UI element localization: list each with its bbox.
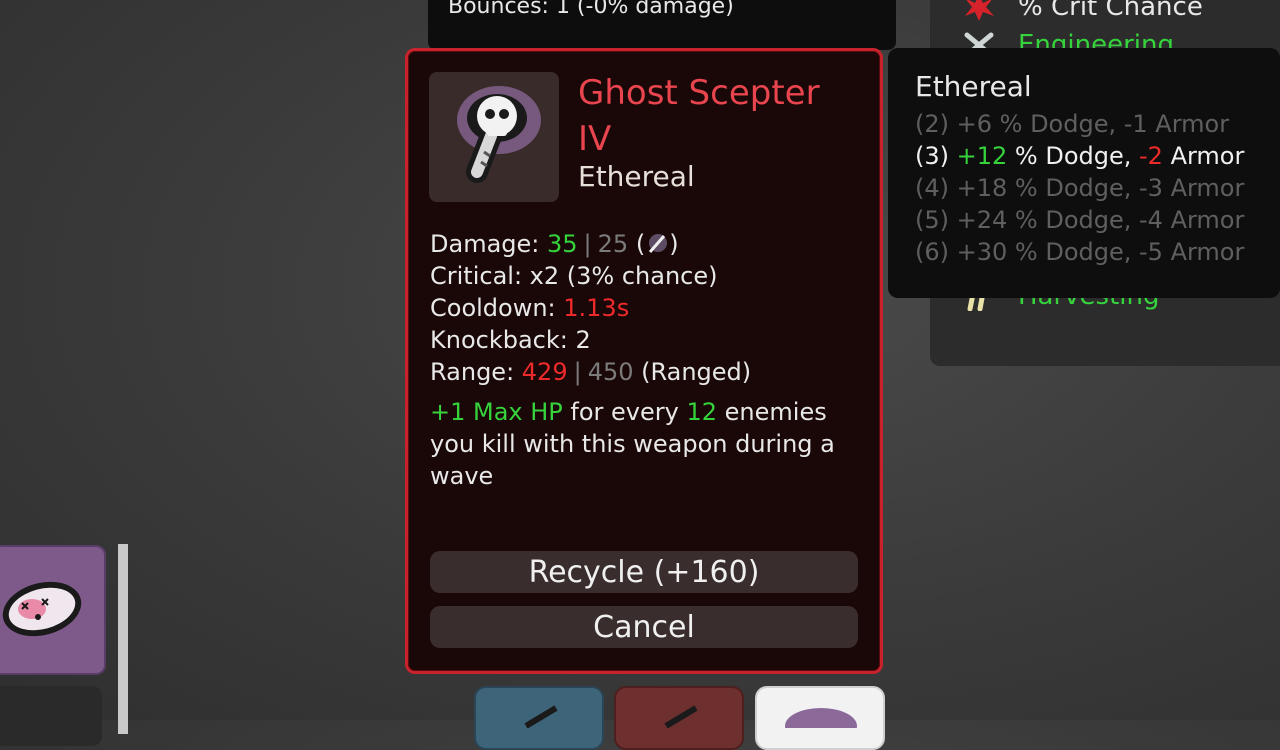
tier-level: (2) <box>915 110 957 138</box>
range-stat: Range: 429 | 450 (Ranged) <box>430 358 751 386</box>
tier-armor-text: Armor <box>1147 110 1230 138</box>
damage-close-paren: ) <box>669 230 679 258</box>
damage-label: Damage: <box>430 230 547 258</box>
tier-armor: -3 <box>1139 174 1163 202</box>
set-bonus-tier: (3) +12 % Dodge, -2 Armor <box>915 142 1244 170</box>
critical-stat: Critical: x2 (3% chance) <box>430 262 718 290</box>
tier-dodge-text: % Dodge, <box>1007 238 1139 266</box>
set-bonus-title: Ethereal <box>915 70 1032 103</box>
set-bonus-tier: (4) +18 % Dodge, -3 Armor <box>915 174 1244 202</box>
tier-dodge: +18 <box>956 174 1008 202</box>
inventory-item-slot-2[interactable] <box>0 686 102 746</box>
effect-bonus: +1 Max HP <box>430 398 563 426</box>
weapon-slot-1[interactable] <box>474 686 604 750</box>
damage-value: 35 <box>547 230 578 258</box>
set-bonus-tier: (2) +6 % Dodge, -1 Armor <box>915 110 1229 138</box>
inventory-item-slot[interactable] <box>0 545 106 675</box>
damage-separator: | <box>583 230 592 258</box>
tier-dodge-text: % Dodge, <box>1007 142 1139 170</box>
range-separator: | <box>573 358 582 386</box>
effect-middle: for every <box>562 398 687 426</box>
tier-level: (3) <box>915 142 957 170</box>
set-bonus-tier: (5) +24 % Dodge, -4 Armor <box>915 206 1244 234</box>
tier-dodge: +12 <box>956 142 1008 170</box>
cancel-button[interactable]: Cancel <box>430 606 858 648</box>
tier-armor-text: Armor <box>1162 142 1245 170</box>
cooldown-stat: Cooldown: 1.13s <box>430 294 629 322</box>
cooldown-label: Cooldown: <box>430 294 564 322</box>
elemental-damage-icon <box>649 234 668 253</box>
crit-chance-icon <box>965 0 994 21</box>
tier-dodge-text: % Dodge, <box>992 110 1124 138</box>
range-base: 450 <box>587 358 634 386</box>
tier-armor-text: Armor <box>1162 174 1245 202</box>
damage-stat: Damage: 35 | 25 ( ) <box>430 230 679 258</box>
tier-armor: -2 <box>1139 142 1163 170</box>
bounces-text: Bounces: 1 (-0% damage) <box>448 0 734 19</box>
tier-armor: -5 <box>1139 238 1163 266</box>
weapon-slot-2-icon <box>664 705 698 729</box>
range-value: 429 <box>521 358 568 386</box>
tier-dodge: +30 <box>956 238 1008 266</box>
tier-armor-text: Armor <box>1162 206 1245 234</box>
weapon-icon-frame <box>429 72 559 202</box>
tier-level: (4) <box>915 174 957 202</box>
weapon-effect-text: +1 Max HP for every 12 enemies you kill … <box>430 396 860 492</box>
range-label: Range: <box>430 358 522 386</box>
weapon-slot-3-selected[interactable] <box>755 686 885 750</box>
weapon-slot-3-icon <box>785 708 857 744</box>
damage-open-paren: ( <box>628 230 646 258</box>
tier-dodge: +24 <box>956 206 1008 234</box>
crit-chance-label: % Crit Chance <box>1018 0 1203 22</box>
weapon-name: Ghost Scepter IV <box>578 73 820 159</box>
cooldown-value: 1.13s <box>563 294 630 322</box>
plush-item-icon <box>2 581 82 637</box>
weapon-slot-2[interactable] <box>614 686 744 750</box>
tier-armor: -1 <box>1123 110 1148 138</box>
damage-base: 25 <box>597 230 629 258</box>
set-bonus-tier: (6) +30 % Dodge, -5 Armor <box>915 238 1244 266</box>
ghost-scepter-icon <box>457 86 541 183</box>
tier-dodge-text: % Dodge, <box>1007 174 1139 202</box>
tier-armor-text: Armor <box>1162 238 1245 266</box>
inventory-scrollbar[interactable] <box>118 544 128 734</box>
range-suffix: (Ranged) <box>633 358 752 386</box>
effect-count: 12 <box>686 398 718 426</box>
weapon-stat-tooltip-top: Bounces: 1 (-0% damage) <box>428 0 896 50</box>
recycle-button[interactable]: Recycle (+160) <box>430 551 858 593</box>
tier-level: (6) <box>915 238 957 266</box>
weapon-class: Ethereal <box>578 160 695 193</box>
tier-level: (5) <box>915 206 957 234</box>
tier-armor: -4 <box>1139 206 1163 234</box>
knockback-stat: Knockback: 2 <box>430 326 591 354</box>
tier-dodge: +6 <box>956 110 993 138</box>
weapon-slot-1-icon <box>524 705 558 729</box>
tier-dodge-text: % Dodge, <box>1007 206 1139 234</box>
stat-crit-chance[interactable]: % Crit Chance <box>962 0 1203 22</box>
